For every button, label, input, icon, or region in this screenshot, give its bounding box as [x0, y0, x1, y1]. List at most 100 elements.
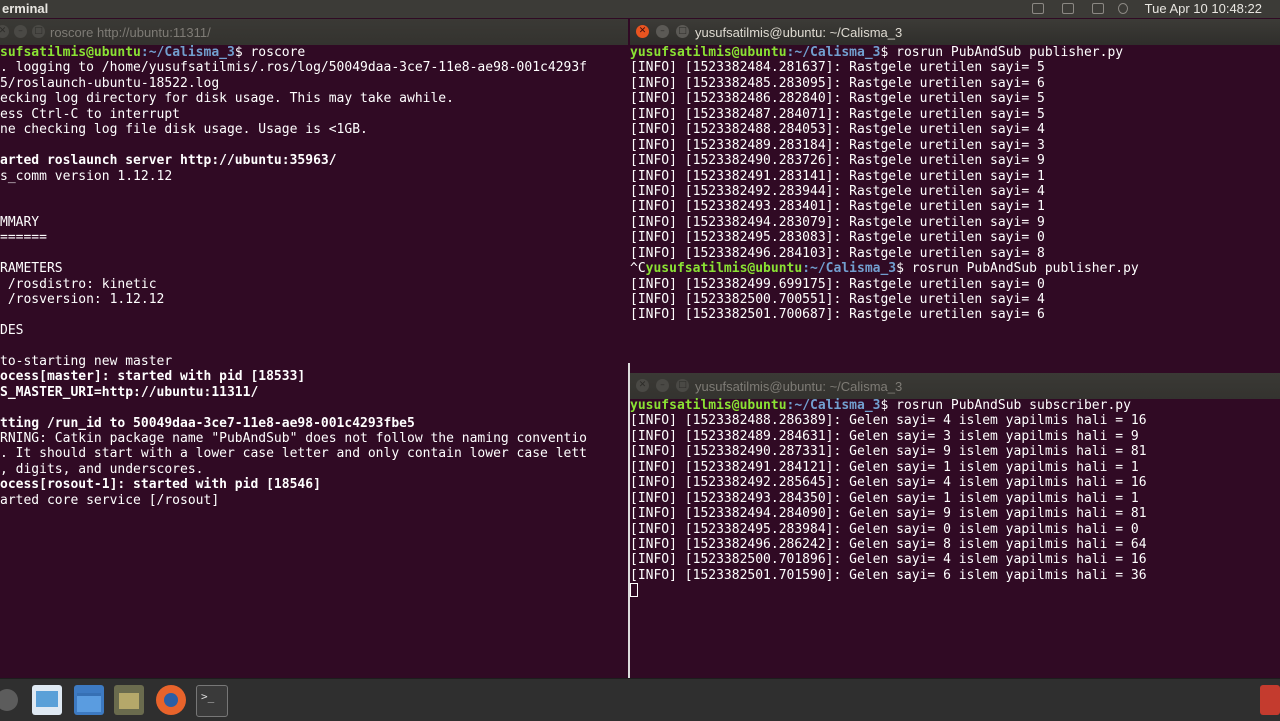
- prompt-command: $ roscore: [234, 45, 306, 60]
- terminal-line: arted roslaunch server http://ubuntu:359…: [0, 153, 337, 169]
- terminal-line: [INFO] [1523382499.699175]: Rastgele ure…: [630, 276, 1045, 292]
- terminal-line: [INFO] [1523382484.281637]: Rastgele ure…: [630, 60, 1045, 76]
- terminal-cursor: [630, 583, 638, 598]
- prompt-user: yusufsatilmis@ubuntu: [630, 398, 787, 413]
- terminal-output[interactable]: yusufsatilmis@ubuntu:~/Calisma_3$ rosrun…: [630, 398, 1280, 678]
- window-titlebar[interactable]: ✕ – □ yusufsatilmis@ubuntu: ~/Calisma_3: [630, 373, 1280, 399]
- minimize-icon[interactable]: –: [14, 25, 27, 38]
- close-icon[interactable]: ✕: [636, 379, 649, 392]
- window-title: roscore http://ubuntu:11311/: [50, 25, 211, 40]
- prompt-path: :~/Calisma_3: [140, 45, 235, 60]
- prompt-user: yusufsatilmis@ubuntu: [630, 45, 787, 60]
- prompt-user: sufsatilmis@ubuntu: [0, 45, 141, 60]
- trash-icon[interactable]: [1260, 685, 1280, 715]
- terminal-line: yusufsatilmis@ubuntu:~/Calisma_3$ rosrun…: [630, 398, 1280, 413]
- terminal-window-roscore[interactable]: ✕ – □ roscore http://ubuntu:11311/ sufsa…: [0, 19, 628, 678]
- window-titlebar[interactable]: ✕ – □ roscore http://ubuntu:11311/: [0, 19, 628, 45]
- terminal-line: [INFO] [1523382500.700551]: Rastgele ure…: [630, 292, 1045, 307]
- maximize-icon[interactable]: □: [676, 379, 689, 392]
- terminal-line: [INFO] [1523382501.700687]: Rastgele ure…: [630, 307, 1045, 323]
- terminal-line: /rosdistro: kinetic: [0, 276, 157, 292]
- prompt-path: :~/Calisma_3: [786, 398, 881, 413]
- terminal-line: ecking log directory for disk usage. Thi…: [0, 91, 454, 107]
- close-icon[interactable]: ✕: [636, 25, 649, 38]
- show-desktop-icon[interactable]: [0, 689, 18, 711]
- terminal-line: , digits, and underscores.: [0, 461, 204, 477]
- terminal-line: [INFO] [1523382492.285645]: Gelen sayi= …: [630, 475, 1147, 491]
- prompt-command: $ rosrun PubAndSub publisher.py: [880, 45, 1124, 60]
- terminal-line: [INFO] [1523382487.284071]: Rastgele ure…: [630, 106, 1045, 122]
- terminal-line: sufsatilmis@ubuntu:~/Calisma_3$ roscore: [0, 45, 628, 60]
- terminal-line: arted core service [/rosout]: [0, 492, 220, 508]
- terminal-line: . It should start with a lower case lett…: [0, 446, 587, 462]
- minimize-icon[interactable]: –: [656, 379, 669, 392]
- terminal-cursor-line: [630, 583, 1280, 598]
- terminal-line: [INFO] [1523382488.286389]: Gelen sayi= …: [630, 413, 1147, 429]
- terminal-line: RAMETERS: [0, 261, 63, 277]
- terminal-output[interactable]: sufsatilmis@ubuntu:~/Calisma_3$ roscore.…: [0, 45, 628, 678]
- terminal-line: [INFO] [1523382489.283184]: Rastgele ure…: [630, 137, 1045, 153]
- clock[interactable]: Tue Apr 10 10:48:22: [1145, 1, 1262, 16]
- active-app-title: erminal: [2, 1, 49, 16]
- terminal-line: [INFO] [1523382495.283984]: Gelen sayi= …: [630, 521, 1139, 537]
- files-icon[interactable]: [32, 685, 62, 715]
- terminal-line: DES: [0, 322, 24, 338]
- terminal-line: [INFO] [1523382489.284631]: Gelen sayi= …: [630, 428, 1139, 444]
- maximize-icon[interactable]: □: [32, 25, 45, 38]
- terminal-line: [INFO] [1523382493.283401]: Rastgele ure…: [630, 199, 1045, 215]
- terminal-line: /rosversion: 1.12.12: [0, 292, 165, 307]
- terminal-line: [INFO] [1523382493.284350]: Gelen sayi= …: [630, 490, 1139, 506]
- prompt-command: $ rosrun PubAndSub subscriber.py: [880, 398, 1131, 413]
- prompt-path: :~/Calisma_3: [802, 261, 897, 277]
- terminal-line: [INFO] [1523382496.286242]: Gelen sayi= …: [630, 536, 1147, 552]
- terminal-line: [INFO] [1523382491.283141]: Rastgele ure…: [630, 168, 1045, 184]
- archive-icon[interactable]: [114, 685, 144, 715]
- terminal-line: [INFO] [1523382488.284053]: Rastgele ure…: [630, 122, 1045, 138]
- terminal-line: [INFO] [1523382486.282840]: Rastgele ure…: [630, 91, 1045, 107]
- terminal-line: [INFO] [1523382492.283944]: Rastgele ure…: [630, 183, 1045, 199]
- terminal-line: [INFO] [1523382490.287331]: Gelen sayi= …: [630, 444, 1147, 460]
- terminal-line: [INFO] [1523382496.284103]: Rastgele ure…: [630, 245, 1045, 261]
- network-icon[interactable]: [1062, 3, 1074, 14]
- terminal-line: RNING: Catkin package name "PubAndSub" d…: [0, 430, 587, 446]
- maximize-icon[interactable]: □: [676, 25, 689, 38]
- terminal-line: ess Ctrl-C to interrupt: [0, 106, 181, 122]
- terminal-line: [INFO] [1523382490.283726]: Rastgele ure…: [630, 153, 1045, 169]
- terminal-icon[interactable]: >_: [196, 685, 228, 717]
- terminal-line: [INFO] [1523382491.284121]: Gelen sayi= …: [630, 459, 1139, 475]
- battery-icon[interactable]: [1092, 3, 1104, 14]
- window-title: yusufsatilmis@ubuntu: ~/Calisma_3: [695, 379, 903, 394]
- terminal-line: [INFO] [1523382495.283083]: Rastgele ure…: [630, 230, 1045, 246]
- terminal-line: . logging to /home/yusufsatilmis/.ros/lo…: [0, 60, 587, 76]
- close-icon[interactable]: ✕: [0, 25, 9, 38]
- window-titlebar[interactable]: ✕ – □ yusufsatilmis@ubuntu: ~/Calisma_3: [630, 19, 1280, 45]
- prompt-path: :~/Calisma_3: [786, 45, 881, 60]
- terminal-line: ocess[master]: started with pid [18533]: [0, 369, 306, 385]
- folder-icon[interactable]: [74, 685, 104, 715]
- minimize-icon[interactable]: –: [656, 25, 669, 38]
- interrupt-marker: ^C: [630, 261, 646, 277]
- firefox-icon[interactable]: [156, 685, 186, 715]
- terminal-output[interactable]: yusufsatilmis@ubuntu:~/Calisma_3$ rosrun…: [630, 45, 1280, 372]
- prompt-command: $ rosrun PubAndSub publisher.py: [896, 261, 1139, 277]
- terminal-line: S_MASTER_URI=http://ubuntu:11311/: [0, 384, 259, 400]
- terminal-line: ne checking log file disk usage. Usage i…: [0, 122, 368, 138]
- terminal-line: MMARY: [0, 214, 40, 230]
- prompt-user: yusufsatilmis@ubuntu: [645, 261, 803, 277]
- terminal-window-publisher[interactable]: ✕ – □ yusufsatilmis@ubuntu: ~/Calisma_3 …: [630, 19, 1280, 372]
- keyboard-icon[interactable]: [1032, 3, 1044, 14]
- terminal-line: to-starting new master: [0, 353, 173, 369]
- top-panel: erminal Tue Apr 10 10:48:22: [0, 0, 1280, 18]
- terminal-line: [INFO] [1523382500.701896]: Gelen sayi= …: [630, 552, 1147, 568]
- sound-icon[interactable]: [1118, 3, 1128, 14]
- terminal-line: ocess[rosout-1]: started with pid [18546…: [0, 477, 321, 493]
- terminal-window-subscriber[interactable]: ✕ – □ yusufsatilmis@ubuntu: ~/Calisma_3 …: [630, 373, 1280, 678]
- terminal-line: s_comm version 1.12.12: [0, 168, 173, 184]
